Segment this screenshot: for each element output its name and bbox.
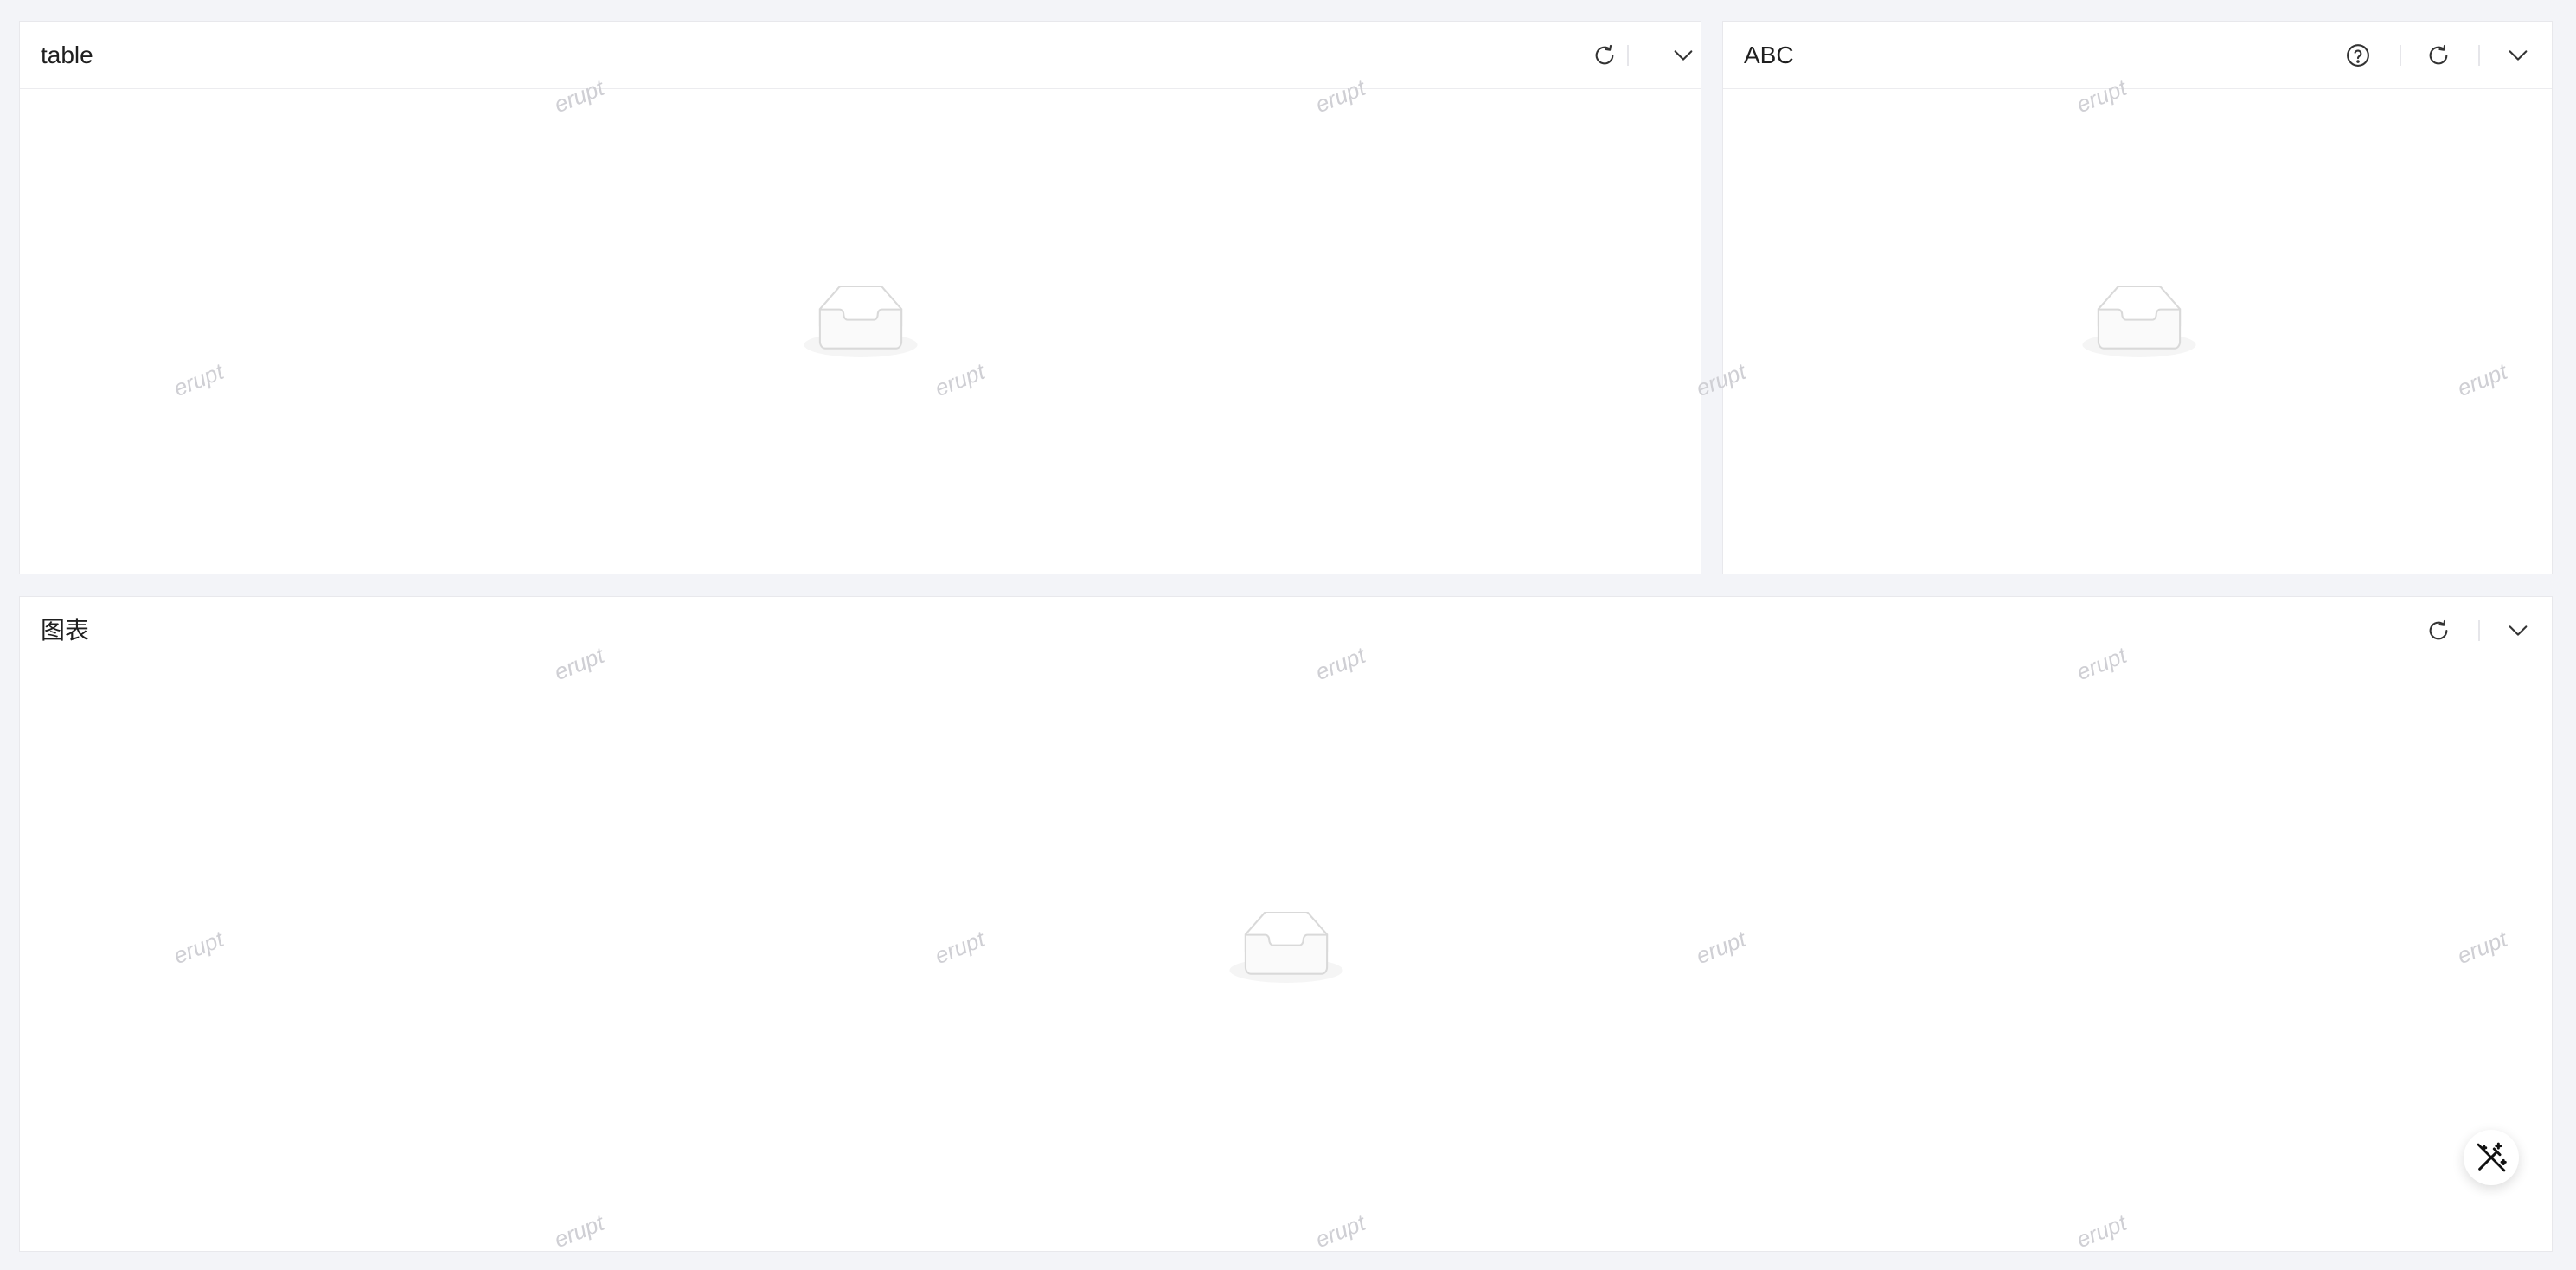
reload-icon	[1595, 44, 1614, 65]
reload-icon	[2429, 619, 2448, 640]
toolbar-divider	[2400, 45, 2401, 66]
empty-inbox-icon	[1229, 912, 1343, 983]
chevron-down-icon	[2509, 625, 2528, 636]
chevron-down-icon	[1674, 50, 1693, 61]
panel-header: ABC	[1723, 22, 2552, 89]
magic-wand-button[interactable]	[2464, 1130, 2519, 1185]
panel-title: 图表	[41, 617, 90, 644]
help-icon	[2347, 44, 2369, 67]
chevron-down-icon	[2509, 50, 2528, 61]
panel-header: 图表	[20, 597, 2552, 664]
collapse-button[interactable]	[2501, 613, 2535, 648]
collapse-button[interactable]	[2501, 38, 2535, 73]
panel-abc: ABC	[1722, 21, 2553, 574]
panel-chart: 图表	[19, 596, 2553, 1252]
toolbar-divider	[2478, 45, 2480, 66]
empty-inbox-icon	[804, 286, 918, 357]
panel-title: table	[41, 42, 93, 68]
reload-button[interactable]	[2421, 613, 2456, 648]
panel-header: table	[20, 22, 1701, 89]
magic-wand-icon	[2477, 1142, 2507, 1172]
toolbar-divider	[2478, 620, 2480, 641]
toolbar-divider	[1627, 45, 1629, 66]
empty-inbox-icon	[2082, 286, 2196, 357]
reload-icon	[2429, 44, 2448, 65]
reload-button[interactable]	[2421, 38, 2456, 73]
panel-table: table	[19, 21, 1701, 574]
panel-title: ABC	[1744, 42, 1794, 68]
reload-button[interactable]	[1587, 38, 1622, 73]
collapse-button[interactable]	[1666, 38, 1701, 73]
help-button[interactable]	[2341, 38, 2375, 73]
